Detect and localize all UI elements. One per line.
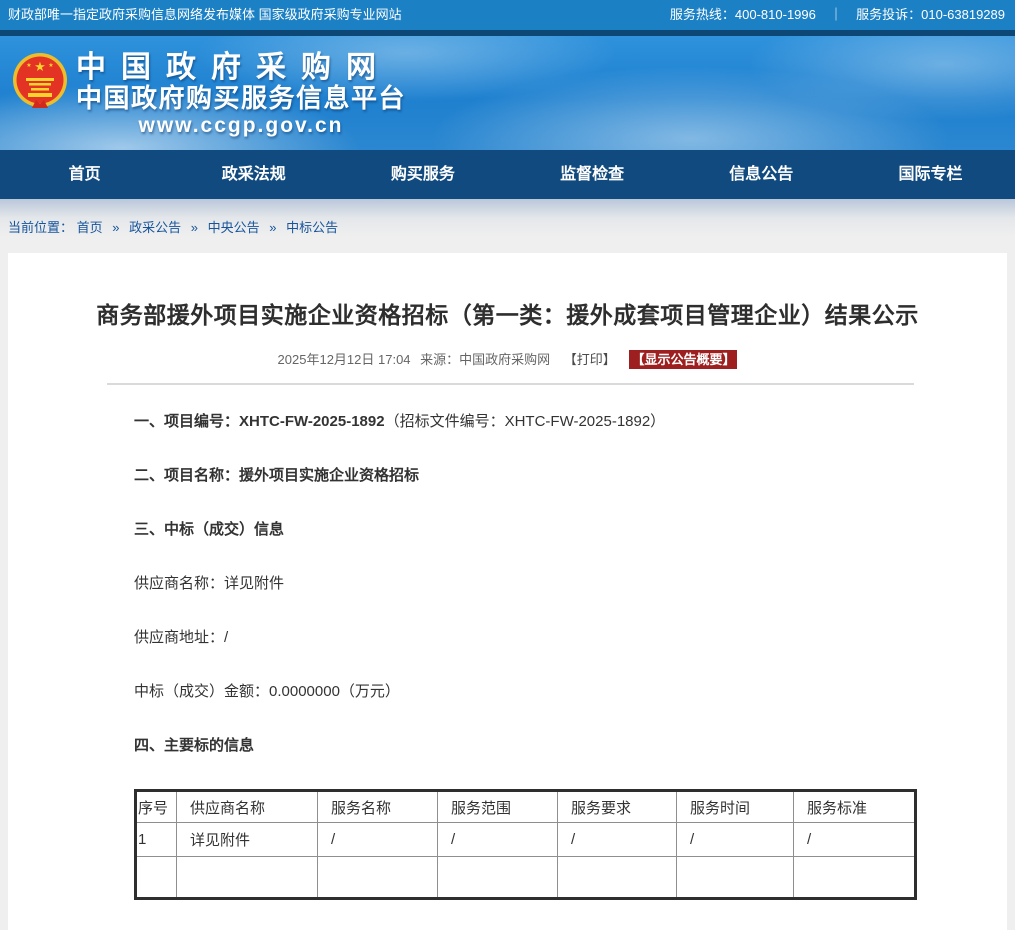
nav-item-announcements[interactable]: 信息公告 — [677, 150, 846, 199]
article-body: 一、项目编号：XHTC-FW-2025-1892（招标文件编号：XHTC-FW-… — [134, 411, 907, 900]
breadcrumb-separator: » — [269, 220, 276, 235]
site-logo[interactable]: ★ ★ ★ 中国政府采购网 中国政府购买服务信息平台 www.ccgp.gov.… — [12, 52, 406, 139]
show-summary-button[interactable]: 【显示公告概要】 — [629, 350, 737, 369]
table-row: 1 详见附件 / / / / / — [136, 823, 916, 857]
breadcrumb-separator: » — [112, 220, 119, 235]
service-hotline: 服务热线：400-810-1996 — [670, 7, 816, 22]
site-title: 中国政府采购网 — [76, 52, 406, 84]
meta-divider — [107, 383, 914, 385]
nav-item-supervision[interactable]: 监督检查 — [508, 150, 677, 199]
table-header-row: 序号 供应商名称 服务名称 服务范围 服务要求 服务时间 服务标准 — [136, 791, 916, 823]
col-supplier-name: 供应商名称 — [177, 791, 318, 823]
page-title: 商务部援外项目实施企业资格招标（第一类：援外成套项目管理企业）结果公示 — [8, 253, 1007, 330]
nav-item-purchase-services[interactable]: 购买服务 — [338, 150, 507, 199]
breadcrumb: 当前位置： 首页 » 政采公告 » 中央公告 » 中标公告 — [8, 220, 338, 235]
breadcrumb-home[interactable]: 首页 — [77, 220, 103, 235]
svg-text:★: ★ — [34, 59, 46, 74]
topbar-slogan: 财政部唯一指定政府采购信息网络发布媒体 国家级政府采购专业网站 — [8, 0, 402, 30]
col-serial: 序号 — [136, 791, 177, 823]
breadcrumb-separator: » — [191, 220, 198, 235]
topbar: 财政部唯一指定政府采购信息网络发布媒体 国家级政府采购专业网站 服务热线：400… — [0, 0, 1015, 30]
col-service-requirements: 服务要求 — [558, 791, 677, 823]
service-complaint: 服务投诉：010-63819289 — [856, 7, 1005, 22]
col-service-standard: 服务标准 — [794, 791, 916, 823]
breadcrumb-label: 当前位置： — [8, 220, 73, 235]
site-header: ★ ★ ★ 中国政府采购网 中国政府购买服务信息平台 www.ccgp.gov.… — [0, 36, 1015, 150]
topbar-contacts: 服务热线：400-810-1996 ｜ 服务投诉：010-63819289 — [660, 0, 1005, 30]
svg-text:★: ★ — [26, 62, 31, 69]
topbar-separator: ｜ — [830, 7, 843, 22]
project-name-line: 二、项目名称：援外项目实施企业资格招标 — [134, 465, 907, 486]
table-row — [136, 857, 916, 899]
breadcrumb-award-notices[interactable]: 中标公告 — [286, 220, 338, 235]
project-number-line: 一、项目编号：XHTC-FW-2025-1892（招标文件编号：XHTC-FW-… — [134, 411, 907, 432]
bid-subject-table: 序号 供应商名称 服务名称 服务范围 服务要求 服务时间 服务标准 1 详见附件… — [134, 789, 917, 900]
breadcrumb-band: 当前位置： 首页 » 政采公告 » 中央公告 » 中标公告 — [0, 199, 1015, 253]
print-button[interactable]: 【打印】 — [564, 352, 616, 367]
award-amount-line: 中标（成交）金额：0.0000000（万元） — [134, 681, 907, 702]
svg-text:★: ★ — [48, 62, 53, 69]
article-source: 来源：中国政府采购网 — [420, 352, 550, 367]
site-titles: 中国政府采购网 中国政府购买服务信息平台 www.ccgp.gov.cn — [76, 52, 406, 139]
supplier-address-line: 供应商地址：/ — [134, 627, 907, 648]
site-subtitle: 中国政府购买服务信息平台 — [76, 84, 406, 113]
content-panel: 商务部援外项目实施企业资格招标（第一类：援外成套项目管理企业）结果公示 2025… — [8, 253, 1007, 930]
site-url: www.ccgp.gov.cn — [76, 113, 406, 139]
article-meta: 2025年12月12日 17:04 来源：中国政府采购网 【打印】 【显示公告概… — [8, 349, 1007, 368]
breadcrumb-central-notices[interactable]: 中央公告 — [208, 220, 260, 235]
col-service-time: 服务时间 — [677, 791, 794, 823]
nav-item-regulations[interactable]: 政采法规 — [169, 150, 338, 199]
main-subject-heading: 四、主要标的信息 — [134, 735, 907, 756]
award-info-heading: 三、中标（成交）信息 — [134, 519, 907, 540]
col-service-scope: 服务范围 — [438, 791, 558, 823]
col-service-name: 服务名称 — [318, 791, 438, 823]
national-emblem-icon: ★ ★ ★ — [12, 52, 68, 114]
nav-item-international[interactable]: 国际专栏 — [846, 150, 1015, 199]
supplier-name-line: 供应商名称：详见附件 — [134, 573, 907, 594]
publish-datetime: 2025年12月12日 17:04 — [278, 352, 411, 367]
main-nav: 首页 政采法规 购买服务 监督检查 信息公告 国际专栏 — [0, 150, 1015, 199]
breadcrumb-procurement-notices[interactable]: 政采公告 — [129, 220, 181, 235]
nav-item-home[interactable]: 首页 — [0, 150, 169, 199]
